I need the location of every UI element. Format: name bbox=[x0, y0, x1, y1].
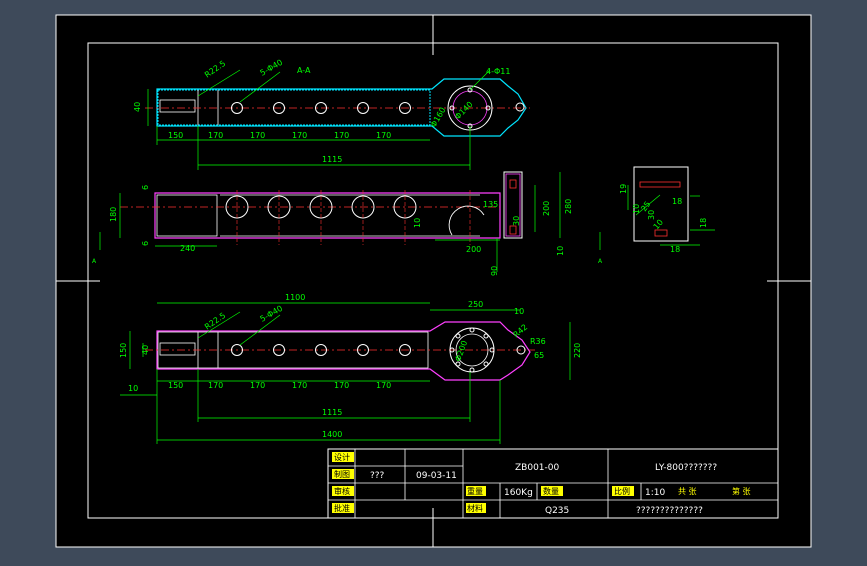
tb-drafter: ??? bbox=[370, 471, 385, 481]
tb-label-draw: 制图 bbox=[334, 469, 350, 479]
dim-bot-1100: 1100 bbox=[285, 293, 305, 302]
dim-bot-220: 220 bbox=[573, 343, 582, 358]
tb-label-sheet-no: 第 张 bbox=[732, 486, 751, 496]
dim-bot-170: 170 bbox=[250, 381, 265, 390]
drawing-canvas: R22.5 5-Φ40 A-A 4-Φ11 Φ160 Φ140 40 150 1… bbox=[55, 14, 812, 548]
dim-bot-150: 150 bbox=[119, 343, 128, 358]
dim-bot-s150: 150 bbox=[168, 381, 183, 390]
tb-label-sheets-total: 共 张 bbox=[678, 487, 697, 496]
dim-top-s150: 150 bbox=[168, 131, 183, 140]
dim-bot-250: 250 bbox=[468, 300, 483, 309]
tb-drawing-no: ZB001-00 bbox=[515, 463, 559, 473]
dim-top-h40: 40 bbox=[133, 102, 142, 112]
dim-top-holes4: 4-Φ11 bbox=[486, 67, 510, 76]
tb-label-weight: 重量 bbox=[467, 486, 483, 496]
dim-top-section: A-A bbox=[297, 66, 311, 75]
dim-top-s170: 170 bbox=[208, 131, 223, 140]
dim-right-18b: 18 bbox=[670, 245, 680, 254]
dim-bot-170: 170 bbox=[334, 381, 349, 390]
tb-scale: 1:10 bbox=[645, 488, 665, 498]
dim-bot-170: 170 bbox=[292, 381, 307, 390]
tb-material: Q235 bbox=[545, 506, 569, 516]
cad-viewport: R22.5 5-Φ40 A-A 4-Φ11 Φ160 Φ140 40 150 1… bbox=[0, 0, 867, 562]
dim-bot-r36: R36 bbox=[530, 337, 546, 346]
dim-right-18a: 18 bbox=[672, 197, 682, 206]
dim-bot-10a: 10 bbox=[514, 307, 524, 316]
dim-mid-10: 10 bbox=[413, 218, 422, 228]
dim-mid-200: 200 bbox=[466, 245, 481, 254]
tb-label-approve: 批准 bbox=[334, 503, 350, 513]
tb-date: 09-03-11 bbox=[416, 471, 457, 481]
dim-top-s170: 170 bbox=[292, 131, 307, 140]
dim-mid-240: 240 bbox=[180, 244, 195, 253]
dim-bot-170: 170 bbox=[208, 381, 223, 390]
dim-bot-1400: 1400 bbox=[322, 430, 342, 439]
tb-title: LY-800??????? bbox=[655, 463, 717, 473]
dim-side-30: 30 bbox=[512, 216, 521, 226]
dim-side-200: 200 bbox=[542, 201, 551, 216]
dim-right-19b: 18 bbox=[699, 218, 708, 228]
tb-label-scale: 比例 bbox=[614, 486, 630, 496]
dim-bot-65: 65 bbox=[534, 351, 544, 360]
dim-side-10: 10 bbox=[556, 246, 565, 256]
dim-top-total: 1115 bbox=[322, 155, 342, 164]
dim-top-s170: 170 bbox=[376, 131, 391, 140]
dim-bot-10b: 10 bbox=[128, 384, 138, 393]
dim-mid-90: 90 bbox=[490, 266, 499, 276]
tb-label-qty: 数量 bbox=[543, 486, 559, 496]
tb-weight: 160Kg bbox=[504, 488, 533, 498]
tb-label-check: 审核 bbox=[334, 486, 350, 496]
dim-mid-6a: 6 bbox=[141, 185, 150, 190]
tb-label-design: 设计 bbox=[334, 452, 350, 462]
dim-side-280: 280 bbox=[564, 199, 573, 214]
dim-mid-135: 135 bbox=[483, 200, 498, 209]
dim-bot-40: 40 bbox=[141, 345, 150, 355]
dim-right-30: 30 bbox=[647, 210, 656, 220]
dim-mid-180: 180 bbox=[109, 207, 118, 222]
dim-mid-6b: 6 bbox=[141, 241, 150, 246]
dim-top-s170: 170 bbox=[250, 131, 265, 140]
dim-bot-170: 170 bbox=[376, 381, 391, 390]
tb-company: ?????????????? bbox=[636, 506, 703, 516]
tb-label-material: 材料 bbox=[467, 503, 483, 513]
dim-top-s170: 170 bbox=[334, 131, 349, 140]
dim-right-19: 19 bbox=[619, 184, 628, 194]
dim-bot-1115: 1115 bbox=[322, 408, 342, 417]
